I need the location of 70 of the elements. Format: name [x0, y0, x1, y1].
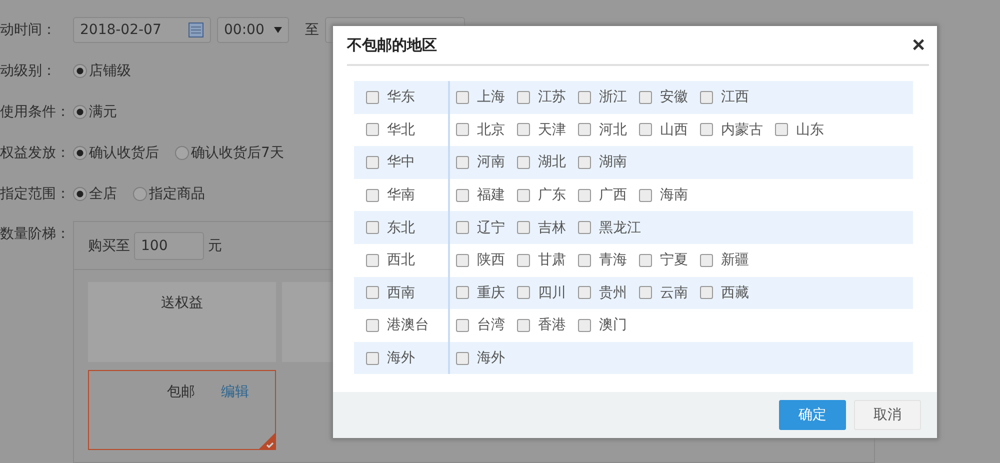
- region-checkbox[interactable]: 华北: [366, 120, 415, 139]
- province-checkbox[interactable]: 澳门: [578, 316, 627, 334]
- radio-option[interactable]: 指定商品: [133, 185, 205, 203]
- region-checkbox[interactable]: 华东: [366, 88, 415, 106]
- field-label: 动时间：: [0, 21, 57, 39]
- field-label: 数量阶梯：: [0, 225, 68, 243]
- region-checkbox[interactable]: 西北: [366, 251, 415, 270]
- province-checkbox[interactable]: 北京: [456, 120, 505, 139]
- province-checkbox[interactable]: 福建: [456, 186, 505, 204]
- cancel-button[interactable]: 取消: [854, 400, 921, 430]
- province-checkbox[interactable]: 内蒙古: [700, 120, 763, 139]
- benefit-item-card[interactable]: 包邮 编辑: [88, 370, 276, 450]
- province-checkbox[interactable]: 重庆: [456, 284, 505, 302]
- province-checkbox[interactable]: 云南: [639, 284, 688, 302]
- dialog-title: 不包邮的地区: [347, 36, 437, 54]
- province-checkbox[interactable]: 浙江: [578, 88, 627, 106]
- radio-option[interactable]: 全店: [73, 185, 117, 203]
- unit-label: 元: [208, 236, 222, 254]
- province-checkbox[interactable]: 湖北: [517, 153, 566, 172]
- province-checkbox[interactable]: 天津: [517, 120, 566, 139]
- region-checkbox[interactable]: 西南: [366, 284, 415, 302]
- province-checkbox[interactable]: 海南: [639, 186, 688, 204]
- province-checkbox[interactable]: 四川: [517, 284, 566, 302]
- province-checkbox[interactable]: 贵州: [578, 284, 627, 302]
- province-checkbox[interactable]: 甘肃: [517, 251, 566, 270]
- amount-input[interactable]: 100: [134, 232, 204, 260]
- radio-option[interactable]: 满元: [73, 103, 117, 121]
- province-checkbox[interactable]: 海外: [456, 349, 505, 368]
- region-checkbox[interactable]: 海外: [366, 349, 415, 368]
- province-checkbox[interactable]: 山西: [639, 120, 688, 139]
- province-checkbox[interactable]: 新疆: [700, 251, 749, 270]
- province-checkbox[interactable]: 安徽: [639, 88, 688, 106]
- check-corner-icon: [258, 432, 276, 450]
- province-checkbox[interactable]: 江苏: [517, 88, 566, 106]
- radio-option[interactable]: 店铺级: [73, 62, 131, 80]
- benefit-card: 送权益: [88, 282, 276, 362]
- province-checkbox[interactable]: 广东: [517, 186, 566, 204]
- province-checkbox[interactable]: 山东: [775, 120, 824, 139]
- region-checkbox[interactable]: 华中: [366, 153, 415, 172]
- province-checkbox[interactable]: 湖南: [578, 153, 627, 172]
- province-checkbox[interactable]: 台湾: [456, 316, 505, 334]
- calendar-icon: [188, 22, 204, 38]
- time-select[interactable]: 00:00: [217, 17, 289, 43]
- to-label: 至: [305, 21, 319, 39]
- province-checkbox[interactable]: 西藏: [700, 284, 749, 302]
- close-button[interactable]: ×: [908, 32, 929, 58]
- province-checkbox[interactable]: 黑龙江: [578, 218, 641, 237]
- province-checkbox[interactable]: 吉林: [517, 218, 566, 237]
- field-label: 使用条件：: [0, 103, 68, 121]
- province-checkbox[interactable]: 河南: [456, 153, 505, 172]
- buy-to-label: 购买至: [88, 236, 130, 254]
- province-checkbox[interactable]: 青海: [578, 251, 627, 270]
- region-checkbox[interactable]: 东北: [366, 218, 415, 237]
- dropdown-caret-icon: [274, 27, 282, 33]
- province-checkbox[interactable]: 河北: [578, 120, 627, 139]
- radio-option[interactable]: 确认收货后: [73, 144, 159, 162]
- province-checkbox[interactable]: 江西: [700, 88, 749, 106]
- region-checkbox[interactable]: 港澳台: [366, 316, 429, 334]
- field-label: 权益发放：: [0, 144, 68, 162]
- province-checkbox[interactable]: 辽宁: [456, 218, 505, 237]
- province-checkbox[interactable]: 香港: [517, 316, 566, 334]
- date-field[interactable]: 2018-02-07: [73, 17, 211, 43]
- province-checkbox[interactable]: 上海: [456, 88, 505, 106]
- field-label: 指定范围：: [0, 185, 68, 203]
- province-checkbox[interactable]: 广西: [578, 186, 627, 204]
- field-label: 动级别：: [0, 62, 57, 80]
- province-checkbox[interactable]: 陕西: [456, 251, 505, 270]
- radio-option[interactable]: 确认收货后7天: [175, 144, 284, 162]
- province-checkbox[interactable]: 宁夏: [639, 251, 688, 270]
- region-checkbox[interactable]: 华南: [366, 186, 415, 204]
